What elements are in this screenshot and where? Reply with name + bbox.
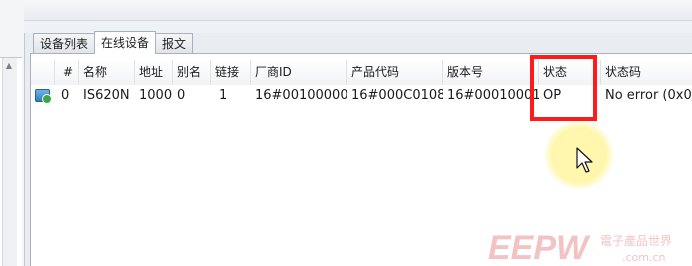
header-vendor-id[interactable]: 厂商ID bbox=[251, 60, 347, 85]
status-check-icon bbox=[42, 94, 52, 104]
state-highlight-box bbox=[530, 55, 597, 121]
header-state-code[interactable]: 状态码 bbox=[601, 60, 692, 85]
watermark-site-name: 電子產品世界 bbox=[600, 233, 672, 248]
toolbar-strip bbox=[24, 0, 692, 21]
app-window: ▲ 设备列表 在线设备 报文 # 名称 地址 别名 链接 厂商ID 产品代码 版… bbox=[0, 0, 692, 266]
toolbar-area bbox=[24, 0, 692, 33]
cell-index: 0 bbox=[61, 88, 70, 103]
cell-link: 1 bbox=[219, 88, 228, 103]
cell-address: 1000 bbox=[139, 88, 173, 103]
cell-state-code: No error (0x00 bbox=[605, 88, 692, 103]
header-revision[interactable]: 版本号 bbox=[443, 60, 539, 85]
left-pane: ▲ bbox=[0, 0, 25, 266]
mouse-cursor-icon bbox=[576, 147, 593, 173]
header-name[interactable]: 名称 bbox=[79, 60, 135, 85]
cell-revision: 16#00010001 bbox=[447, 88, 539, 103]
cell-vendor-id: 16#00100000 bbox=[255, 88, 347, 103]
tab-bar: 设备列表 在线设备 报文 bbox=[33, 31, 194, 54]
left-scrollbar[interactable] bbox=[2, 58, 17, 266]
header-address[interactable]: 地址 bbox=[135, 60, 173, 85]
watermark-brand: EEPW bbox=[488, 230, 591, 264]
header-product-code[interactable]: 产品代码 bbox=[347, 60, 443, 85]
header-icon-column bbox=[31, 60, 55, 85]
cell-alias: 0 bbox=[177, 88, 186, 103]
device-online-icon bbox=[35, 89, 52, 104]
row-icon-cell bbox=[31, 85, 55, 106]
watermark-domain: .com.cn bbox=[622, 251, 666, 264]
eepw-watermark-logo: EEPW 電子產品世界 .com.cn bbox=[488, 230, 672, 264]
header-index[interactable]: # bbox=[55, 60, 79, 85]
tab-online-devices[interactable]: 在线设备 bbox=[94, 31, 157, 54]
tab-messages[interactable]: 报文 bbox=[155, 33, 194, 54]
header-link[interactable]: 链接 bbox=[211, 60, 251, 85]
header-alias[interactable]: 别名 bbox=[173, 60, 211, 85]
cell-name: IS620N bbox=[83, 88, 130, 103]
cell-product-code: 16#000C0108 bbox=[351, 88, 443, 103]
scroll-up-arrow-icon[interactable]: ▲ bbox=[2, 60, 16, 72]
tab-device-list[interactable]: 设备列表 bbox=[33, 33, 96, 54]
